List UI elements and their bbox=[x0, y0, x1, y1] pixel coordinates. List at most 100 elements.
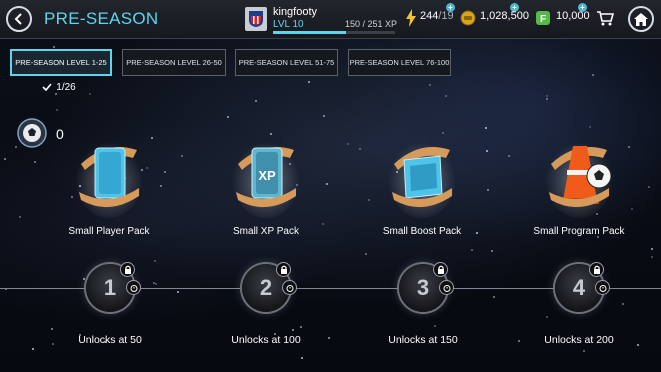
star bbox=[56, 109, 58, 111]
tab-level-1-25[interactable]: PRE-SEASON LEVEL 1-25 bbox=[10, 49, 112, 76]
username: kingfooty bbox=[273, 6, 318, 18]
checkmark-icon bbox=[42, 83, 52, 91]
star bbox=[326, 183, 328, 185]
tab-level-26-50[interactable]: PRE-SEASON LEVEL 26-50 bbox=[122, 49, 226, 76]
pack-small-xp[interactable]: XP Small XP Pack bbox=[206, 130, 326, 240]
star bbox=[485, 127, 487, 129]
star bbox=[292, 329, 294, 331]
star bbox=[347, 143, 349, 145]
page-title: PRE-SEASON bbox=[44, 9, 159, 28]
star bbox=[255, 100, 257, 102]
timer-icon bbox=[282, 280, 297, 295]
star bbox=[445, 95, 447, 97]
star bbox=[508, 155, 510, 157]
xp-progress-fill bbox=[273, 31, 347, 34]
tab-progress-count: 1/26 bbox=[56, 81, 76, 93]
star bbox=[471, 249, 473, 251]
pack-label: Small Player Pack bbox=[68, 226, 150, 237]
star bbox=[51, 328, 53, 330]
star bbox=[546, 95, 548, 97]
svg-text:XP: XP bbox=[258, 168, 276, 183]
lock-icon bbox=[433, 262, 448, 277]
points-value: 10,000 bbox=[556, 10, 590, 22]
milestone-number: 3 bbox=[416, 275, 430, 300]
star bbox=[181, 155, 183, 157]
pack-small-boost[interactable]: Small Boost Pack bbox=[362, 130, 482, 240]
star bbox=[301, 357, 303, 359]
star bbox=[19, 216, 21, 218]
coins-value: 1,028,500 bbox=[480, 10, 529, 22]
program-pack-icon bbox=[545, 138, 613, 218]
star bbox=[486, 150, 488, 152]
energy-bolt-icon bbox=[406, 9, 416, 27]
star bbox=[491, 250, 493, 252]
home-button[interactable] bbox=[628, 6, 654, 32]
player-level: LVL 10 bbox=[273, 19, 304, 30]
star bbox=[153, 282, 155, 284]
svg-text:F: F bbox=[540, 14, 546, 25]
pack-label: Small XP Pack bbox=[233, 226, 299, 237]
boost-pack-icon bbox=[388, 138, 456, 218]
tab-progress: 1/26 bbox=[30, 80, 88, 94]
pack-small-program[interactable]: Small Program Pack bbox=[519, 130, 639, 240]
pack-label: Small Program Pack bbox=[533, 226, 625, 237]
star bbox=[648, 186, 650, 188]
milestone-number: 4 bbox=[572, 275, 586, 300]
star bbox=[300, 326, 302, 328]
milestone-node-1[interactable]: 1 bbox=[86, 262, 141, 312]
star bbox=[155, 283, 157, 285]
milestone-number: 2 bbox=[259, 275, 273, 300]
lock-icon bbox=[120, 262, 135, 277]
coin-icon bbox=[460, 10, 476, 26]
unlock-label-3: Unlocks at 150 bbox=[388, 334, 458, 346]
star bbox=[546, 316, 548, 318]
chevron-left-icon bbox=[14, 13, 22, 25]
unlock-label-4: Unlocks at 200 bbox=[544, 334, 614, 346]
home-icon bbox=[634, 12, 648, 26]
milestone-node-2[interactable]: 2 bbox=[242, 262, 297, 312]
star bbox=[487, 189, 489, 191]
user-profile[interactable]: kingfooty LVL 10 150 / 251 XP bbox=[245, 5, 398, 34]
star bbox=[493, 296, 495, 298]
star bbox=[359, 148, 361, 150]
milestone-number: 1 bbox=[103, 275, 117, 300]
star bbox=[622, 303, 624, 305]
star bbox=[34, 161, 36, 163]
star bbox=[323, 115, 325, 117]
tab-level-76-100[interactable]: PRE-SEASON LEVEL 76-100 bbox=[348, 49, 451, 76]
xp-pack-icon: XP bbox=[232, 138, 300, 218]
shopping-cart-icon[interactable] bbox=[596, 10, 614, 26]
top-bar: PRE-SEASON kingfooty LVL 10 150 / 251 XP… bbox=[0, 0, 661, 39]
star bbox=[32, 348, 34, 350]
milestone-node-4[interactable]: 4 bbox=[555, 262, 610, 312]
star bbox=[429, 84, 431, 86]
pre-season-token-icon bbox=[17, 118, 47, 148]
timer-icon bbox=[126, 280, 141, 295]
player-pack-icon bbox=[75, 138, 143, 218]
star bbox=[583, 350, 585, 352]
star bbox=[328, 337, 330, 339]
energy-counter: 244/19 bbox=[420, 10, 454, 22]
unlock-label-1: Unlocks at 50 bbox=[78, 334, 142, 346]
star bbox=[651, 248, 653, 250]
back-button[interactable] bbox=[6, 6, 32, 32]
xp-progress-bar bbox=[273, 31, 395, 34]
timer-icon bbox=[439, 280, 454, 295]
pack-small-player[interactable]: Small Player Pack bbox=[49, 130, 169, 240]
star bbox=[589, 126, 591, 128]
star bbox=[83, 278, 85, 280]
fifa-points-icon: F bbox=[536, 11, 550, 25]
milestone-node-3[interactable]: 3 bbox=[399, 262, 454, 312]
energy-max: /19 bbox=[438, 10, 454, 22]
star bbox=[434, 325, 436, 327]
star bbox=[89, 93, 91, 95]
xp-readout: 150 / 251 XP bbox=[345, 19, 398, 29]
club-badge-icon bbox=[245, 7, 267, 31]
star bbox=[365, 253, 367, 255]
star bbox=[546, 98, 548, 100]
lock-icon bbox=[276, 262, 291, 277]
lock-icon bbox=[589, 262, 604, 277]
energy-value: 244 bbox=[420, 10, 439, 22]
timer-icon bbox=[595, 280, 610, 295]
tab-level-51-75[interactable]: PRE-SEASON LEVEL 51-75 bbox=[235, 49, 338, 76]
